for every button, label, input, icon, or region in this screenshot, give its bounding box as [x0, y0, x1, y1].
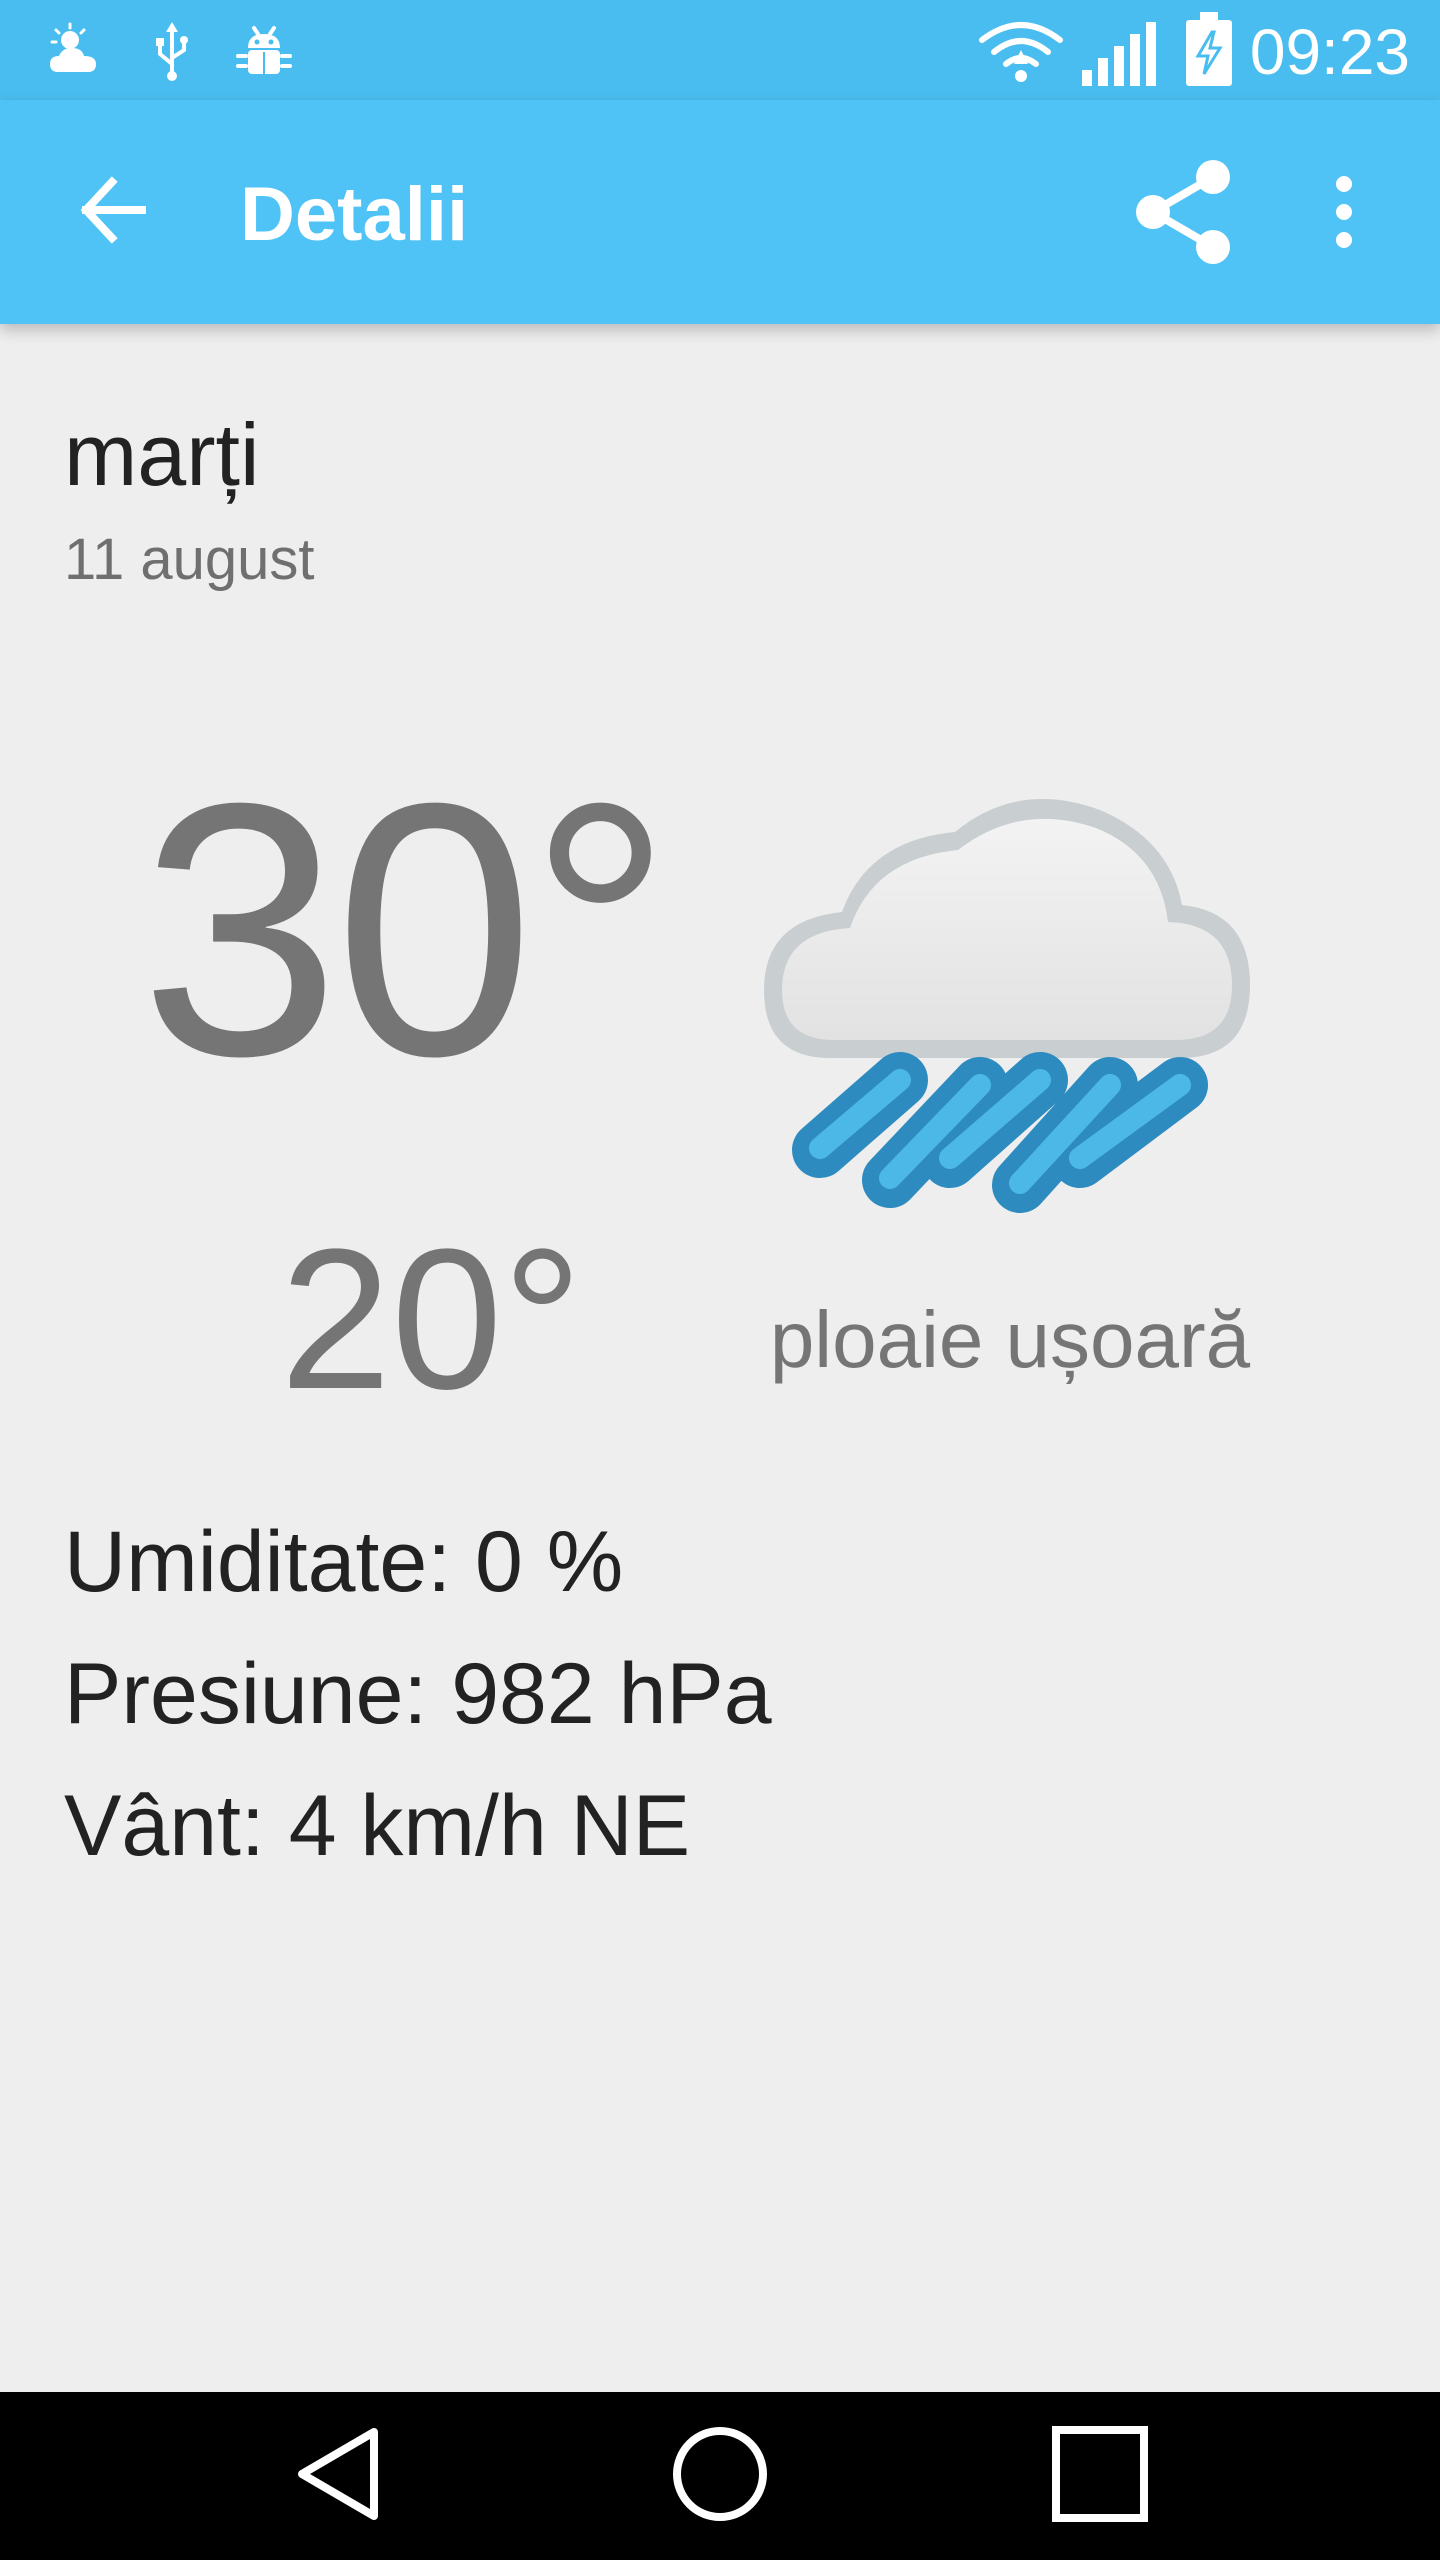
android-debug-icon	[232, 20, 296, 84]
day-name: marți	[64, 405, 260, 504]
wind-detail: Vânt: 4 km/h NE	[64, 1778, 691, 1874]
nav-back-button[interactable]	[260, 2416, 420, 2536]
navigation-bar	[0, 2392, 1440, 2560]
humidity-detail: Umiditate: 0 %	[64, 1514, 624, 1610]
weather-notification-icon	[44, 20, 108, 84]
status-time: 09:23	[1249, 16, 1410, 88]
arrow-back-icon	[76, 174, 148, 251]
nav-back-icon	[290, 2424, 390, 2529]
more-vert-icon	[1332, 172, 1356, 257]
nav-home-icon	[670, 2424, 770, 2529]
status-bar: 09:23	[0, 0, 1440, 100]
overflow-menu-button[interactable]	[1300, 150, 1388, 278]
nav-home-button[interactable]	[640, 2416, 800, 2536]
high-temperature: 30°	[140, 729, 672, 1131]
pressure-detail: Presiune: 982 hPa	[64, 1646, 772, 1742]
signal-icon	[1080, 20, 1160, 86]
share-button[interactable]	[1120, 150, 1248, 278]
battery-charging-icon	[1184, 12, 1234, 88]
app-bar: Detalii	[0, 100, 1440, 324]
screen: 09:23 Detalii marți 11 august 30° 20° pl…	[0, 0, 1440, 2560]
app-title: Detalii	[240, 172, 469, 257]
back-button[interactable]	[56, 156, 168, 268]
forecast-date: 11 august	[64, 527, 315, 592]
nav-recents-button[interactable]	[1020, 2416, 1180, 2536]
weather-condition: ploaie ușoară	[769, 1295, 1251, 1384]
share-icon	[1129, 157, 1239, 272]
usb-icon	[140, 20, 204, 84]
wifi-icon	[976, 20, 1066, 84]
light-rain-icon	[750, 740, 1270, 1240]
low-temperature: 20°	[280, 1208, 583, 1431]
nav-recents-icon	[1050, 2424, 1150, 2529]
